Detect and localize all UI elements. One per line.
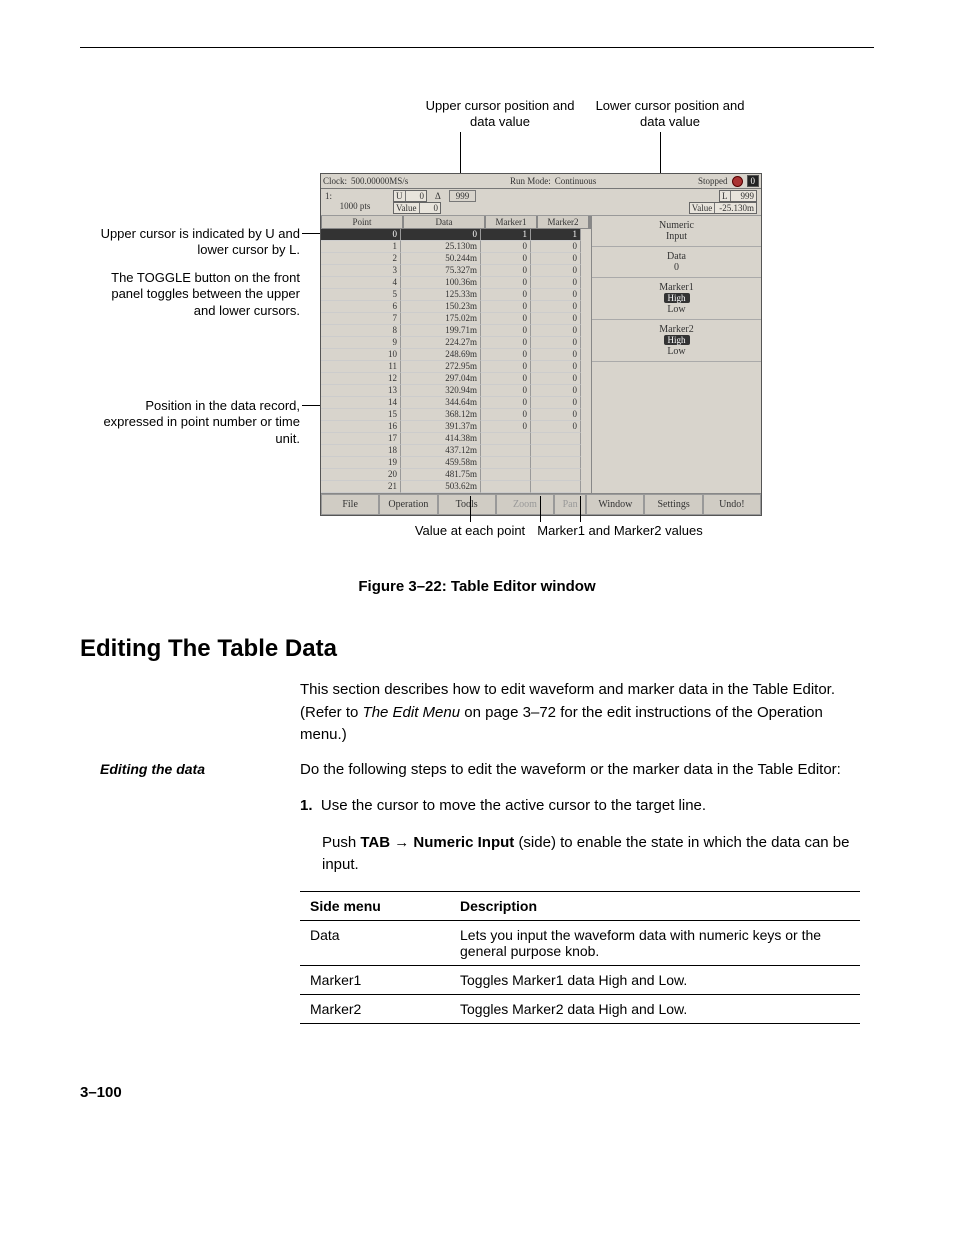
side-menu-table: Side menu Description Data Lets you inpu… — [300, 891, 860, 1024]
upper-cursor-u-field[interactable]: U 0 — [393, 190, 427, 202]
table-row[interactable]: 5125.33m00 — [321, 289, 581, 301]
col-header-marker2: Marker2 — [537, 216, 589, 229]
col-header-marker1: Marker1 — [485, 216, 537, 229]
side-marker2-button[interactable]: Marker2 High Low — [592, 320, 761, 362]
menu-tools[interactable]: Tools — [438, 494, 496, 515]
figure-3-22: Upper cursor position and data value Low… — [100, 98, 874, 548]
menu-settings[interactable]: Settings — [644, 494, 702, 515]
runmode-value: Continuous — [555, 176, 597, 186]
page-number: 3–100 — [80, 1084, 874, 1101]
lower-cursor-l-field[interactable]: L 999 — [719, 190, 757, 202]
menu-file[interactable]: File — [321, 494, 379, 515]
table-row[interactable]: 13320.94m00 — [321, 385, 581, 397]
delta-label: Δ — [435, 191, 441, 201]
table-row[interactable]: 21503.62m — [321, 481, 581, 493]
table-row[interactable]: 17414.38m — [321, 433, 581, 445]
callout-upper-cursor-pos: Upper cursor position and data value — [420, 98, 580, 131]
table-row[interactable]: 20481.75m — [321, 469, 581, 481]
side-data-button[interactable]: Data 0 — [592, 247, 761, 278]
side-panel: Numeric Input Data 0 Marker1 High Low Ma… — [591, 216, 761, 493]
table-row[interactable]: 250.244m00 — [321, 253, 581, 265]
th-description: Description — [450, 891, 860, 920]
data-table[interactable]: 0011125.130m00250.244m00375.327m004100.3… — [321, 229, 581, 493]
col-header-data: Data — [403, 216, 485, 229]
table-row[interactable]: 12297.04m00 — [321, 373, 581, 385]
callout-position-record: Position in the data record, expressed i… — [100, 398, 300, 447]
body-paragraph-1: This section describes how to edit wavef… — [300, 679, 860, 747]
table-row[interactable]: 16391.37m00 — [321, 421, 581, 433]
section-heading: Editing The Table Data — [80, 635, 874, 663]
table-row[interactable]: 6150.23m00 — [321, 301, 581, 313]
table-row[interactable]: 4100.36m00 — [321, 277, 581, 289]
table-row[interactable]: 125.130m00 — [321, 241, 581, 253]
table-row[interactable]: 8199.71m00 — [321, 325, 581, 337]
table-row[interactable]: 7175.02m00 — [321, 313, 581, 325]
table-row: Data Lets you input the waveform data wi… — [300, 920, 860, 965]
file-num: 1: — [325, 191, 385, 201]
status-led-icon — [732, 176, 743, 187]
figure-caption: Figure 3–22: Table Editor window — [80, 578, 874, 595]
table-row[interactable]: 18437.12m — [321, 445, 581, 457]
lower-value-field: Value -25.130m — [689, 202, 757, 214]
table-row[interactable]: 0011 — [321, 229, 581, 241]
table-row[interactable]: 10248.69m00 — [321, 349, 581, 361]
clock-value: 500.00000MS/s — [351, 176, 408, 186]
table-row[interactable]: 375.327m00 — [321, 265, 581, 277]
table-row[interactable]: 19459.58m — [321, 457, 581, 469]
table-row[interactable]: 15368.12m00 — [321, 409, 581, 421]
upper-value-field: Value 0 — [393, 202, 441, 214]
clock-label: Clock: — [323, 176, 347, 186]
menu-zoom: Zoom — [496, 494, 554, 515]
col-header-point: Point — [321, 216, 403, 229]
callout-toggle-button: The TOGGLE button on the front panel tog… — [100, 270, 300, 319]
points-count: 1000 pts — [325, 201, 385, 211]
menu-window[interactable]: Window — [586, 494, 644, 515]
table-row[interactable]: 11272.95m00 — [321, 361, 581, 373]
delta-value: 999 — [449, 190, 477, 202]
table-row: Marker2 Toggles Marker2 data High and Lo… — [300, 994, 860, 1023]
table-row[interactable]: 9224.27m00 — [321, 337, 581, 349]
menu-undo[interactable]: Undo! — [703, 494, 761, 515]
th-side-menu: Side menu — [300, 891, 450, 920]
side-marker1-button[interactable]: Marker1 High Low — [592, 278, 761, 320]
step-1-sub: Push TAB → Numeric Input (side) to enabl… — [322, 832, 860, 877]
run-status: Stopped — [698, 176, 728, 186]
callout-lower-cursor-pos: Lower cursor position and data value — [590, 98, 750, 131]
menu-operation[interactable]: Operation — [379, 494, 437, 515]
procedure-heading: Editing the data — [100, 761, 205, 777]
callout-cursor-indicator: Upper cursor is indicated by U and lower… — [100, 226, 300, 259]
zero-badge: 0 — [747, 175, 760, 187]
callout-marker-values: Marker1 and Marker2 values — [520, 523, 720, 539]
table-editor-window: Clock: 500.00000MS/s Run Mode: Continuou… — [320, 173, 762, 516]
body-paragraph-2: Do the following steps to edit the wavef… — [300, 759, 860, 782]
table-row: Marker1 Toggles Marker1 data High and Lo… — [300, 965, 860, 994]
runmode-label: Run Mode: — [510, 176, 551, 186]
menu-pan: Pan — [554, 494, 586, 515]
step-1: 1. Use the cursor to move the active cur… — [300, 795, 860, 818]
status-bar: Clock: 500.00000MS/s Run Mode: Continuou… — [321, 174, 761, 189]
bottom-menu: File Operation Tools Zoom Pan Window Set… — [321, 493, 761, 515]
numeric-input-label: Numeric Input — [592, 216, 761, 247]
table-row[interactable]: 14344.64m00 — [321, 397, 581, 409]
